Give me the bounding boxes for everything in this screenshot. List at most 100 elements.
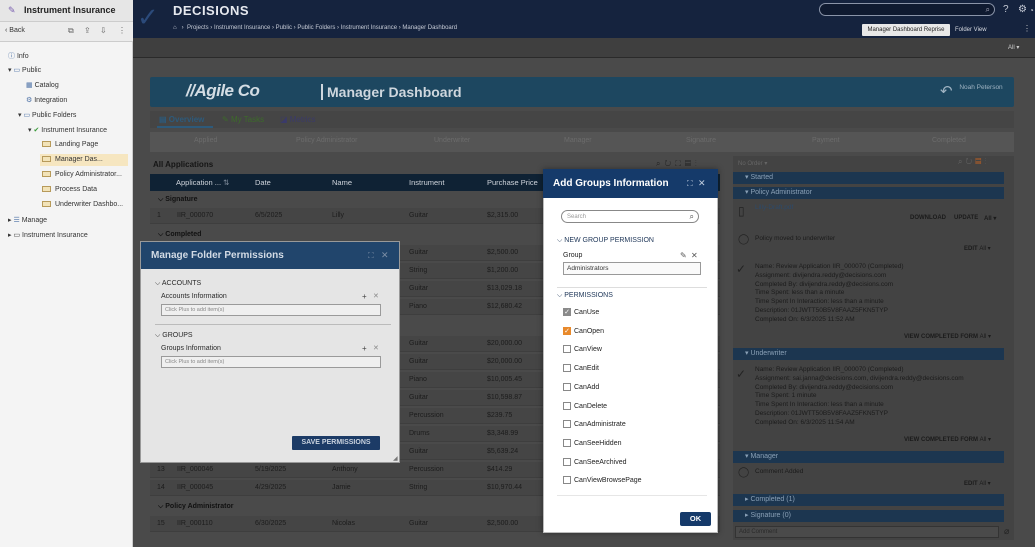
settings-icon[interactable]: ⚙ xyxy=(1018,4,1027,15)
table-tools-icons[interactable]: ⌕↻⛶▤⋮ xyxy=(656,159,701,169)
col-name[interactable]: Name xyxy=(332,178,352,187)
resize-handle-icon[interactable]: ◢ xyxy=(393,455,398,462)
tree-item-public-folders[interactable]: ▾ ▭ Public Folders xyxy=(18,111,76,119)
permission-canadministrate[interactable]: CanAdministrate xyxy=(563,420,626,429)
checkbox[interactable]: ✓ xyxy=(563,326,571,335)
manager-dashboard-reprise-button[interactable]: Manager Dashboard Reprise xyxy=(862,24,950,36)
checkbox[interactable] xyxy=(563,420,571,429)
download-button[interactable]: DOWNLOAD xyxy=(910,215,946,221)
export-icon[interactable]: ⇪ xyxy=(84,26,91,35)
tree-item-manager-dashboard[interactable]: Manager Das... xyxy=(40,154,128,166)
tree-item-info[interactable]: ⓘ Info xyxy=(8,51,29,61)
add-comment-input[interactable]: Add Comment xyxy=(735,526,999,538)
tree-item-underwriter-dashboard[interactable]: Underwriter Dashbo... xyxy=(42,201,123,208)
save-permissions-button[interactable]: SAVE PERMISSIONS xyxy=(292,436,380,450)
checkbox[interactable]: ✓ xyxy=(563,308,571,316)
more-icon[interactable]: ⋮ xyxy=(118,26,126,35)
groups-list-box[interactable]: Click Plus to add item(s) xyxy=(161,356,381,368)
tree-item-instrument-insurance-root[interactable]: ▸ ▭ Instrument Insurance xyxy=(8,231,88,239)
section-started[interactable]: ▾ Started xyxy=(733,172,1004,184)
ok-button[interactable]: OK xyxy=(680,512,711,526)
checkbox[interactable] xyxy=(563,476,571,485)
checkbox[interactable] xyxy=(563,438,571,447)
permission-candelete[interactable]: CanDelete xyxy=(563,401,607,410)
groups-section-header[interactable]: ⌵ GROUPS xyxy=(155,332,193,340)
global-search-input[interactable]: ⌕ xyxy=(819,3,995,16)
edit-button-2[interactable]: EDIT All ▾ xyxy=(964,480,991,487)
section-signature[interactable]: ▸ Signature (0) xyxy=(733,510,1004,522)
home-icon[interactable]: ⌂ xyxy=(173,25,177,31)
group-input[interactable]: Administrators xyxy=(563,262,701,275)
table-cell-price: $20,000.00 xyxy=(487,340,523,347)
section-underwriter[interactable]: ▾ Underwriter xyxy=(733,348,1004,360)
tree-item-process-data[interactable]: Process Data xyxy=(42,186,97,193)
checkbox[interactable] xyxy=(563,401,571,410)
file-link[interactable]: Lilly-Draft.pdf xyxy=(755,204,793,212)
col-application[interactable]: Application ... ⇅ xyxy=(176,178,229,187)
permission-canedit[interactable]: CanEdit xyxy=(563,364,599,373)
permission-canseearchived[interactable]: CanSeeArchived xyxy=(563,457,627,466)
attach-icon[interactable]: ⌀ xyxy=(1004,526,1009,537)
checkbox[interactable] xyxy=(563,382,571,391)
maximize-icon[interactable]: ⛶ xyxy=(368,251,374,261)
permission-canadd[interactable]: CanAdd xyxy=(563,382,599,391)
col-date[interactable]: Date xyxy=(255,178,271,187)
notification-icon[interactable]: ◔ xyxy=(1029,6,1034,15)
clear-icon[interactable]: ✕ xyxy=(691,251,698,260)
checkbox[interactable] xyxy=(563,345,571,354)
section-policy-administrator[interactable]: ▾ Policy Administrator xyxy=(733,187,1004,199)
tree-item-landing-page[interactable]: Landing Page xyxy=(42,141,98,148)
tree-item-catalog[interactable]: ▦ Catalog xyxy=(26,81,59,89)
permission-canviewbrowsepage[interactable]: CanViewBrowsePage xyxy=(563,476,642,485)
copy-icon[interactable]: ⧉ xyxy=(68,26,74,36)
search-input[interactable]: Search ⌕ xyxy=(561,210,699,223)
permission-canuse[interactable]: ✓ CanUse xyxy=(563,308,599,316)
tree-item-manage[interactable]: ▸ ☰ Manage xyxy=(8,216,47,224)
add-group-icon[interactable]: + xyxy=(362,344,367,353)
tree-item-public[interactable]: ▾ ▭ Public xyxy=(8,66,41,74)
tab-my-tasks[interactable]: ✎ My Tasks xyxy=(222,115,264,124)
timeline-filter[interactable]: No Order ▾ xyxy=(738,160,767,167)
permission-canseehidden[interactable]: CanSeeHidden xyxy=(563,438,621,447)
checkbox[interactable] xyxy=(563,364,571,373)
view-completed-form-button[interactable]: VIEW COMPLETED FORM All ▾ xyxy=(904,333,991,340)
table-cell-price: $12,680.42 xyxy=(487,303,523,310)
tab-metrics[interactable]: ◪ Metrics xyxy=(280,115,316,124)
all-dropdown[interactable]: All ▾ xyxy=(984,215,996,222)
close-icon[interactable]: ✕ xyxy=(698,178,706,189)
review-detail-line: Assignment: sai.janna@decisions.com, div… xyxy=(755,374,964,382)
return-icon[interactable]: ↶ xyxy=(940,82,953,100)
col-instrument[interactable]: Instrument xyxy=(409,178,444,187)
accounts-section-header[interactable]: ⌵ ACCOUNTS xyxy=(155,280,201,288)
tab-overview[interactable]: ▤ Overview xyxy=(159,115,204,124)
edit-pencil-icon[interactable]: ✎ xyxy=(680,251,687,260)
tree-item-instrument-insurance[interactable]: ▾ ✔ Instrument Insurance xyxy=(28,126,107,134)
col-purchase-price[interactable]: Purchase Price xyxy=(487,178,538,187)
remove-group-icon[interactable]: ✕ xyxy=(373,344,379,352)
permissions-header[interactable]: ⌵ PERMISSIONS xyxy=(557,292,613,300)
import-icon[interactable]: ⇩ xyxy=(100,26,107,35)
help-icon[interactable]: ? xyxy=(1003,4,1009,15)
breadcrumb: ⌂ › Projects › Instrument Insurance › Pub… xyxy=(173,25,458,31)
all-filter-dropdown[interactable]: All ▾ xyxy=(1008,44,1019,51)
update-button[interactable]: UPDATE xyxy=(954,215,978,221)
back-button[interactable]: ‹ Back xyxy=(5,27,25,34)
tree-item-policy-administrator[interactable]: Policy Administrator... xyxy=(42,171,122,178)
timeline-tools-icons[interactable]: ⌕↻▤⋮ xyxy=(958,157,989,167)
more-icon[interactable]: ⋮ xyxy=(1023,24,1031,33)
close-icon[interactable]: ✕ xyxy=(381,250,389,261)
remove-account-icon[interactable]: ✕ xyxy=(373,292,379,300)
maximize-icon[interactable]: ⛶ xyxy=(687,179,693,189)
new-group-permission-header[interactable]: ⌵ NEW GROUP PERMISSION xyxy=(557,237,654,245)
permission-canopen[interactable]: ✓ CanOpen xyxy=(563,326,604,335)
folder-view-button[interactable]: Folder View xyxy=(955,24,999,36)
add-account-icon[interactable]: + xyxy=(362,292,367,301)
accounts-list-box[interactable]: Click Plus to add item(s) xyxy=(161,304,381,316)
permission-canview[interactable]: CanView xyxy=(563,345,602,354)
checkbox[interactable] xyxy=(563,457,571,466)
section-manager[interactable]: ▾ Manager xyxy=(733,451,1004,463)
edit-button[interactable]: EDIT All ▾ xyxy=(964,245,991,252)
section-completed[interactable]: ▸ Completed (1) xyxy=(733,494,1004,506)
tree-item-integration[interactable]: ⚙ Integration xyxy=(26,96,67,104)
view-completed-form-button-2[interactable]: VIEW COMPLETED FORM All ▾ xyxy=(904,436,991,443)
